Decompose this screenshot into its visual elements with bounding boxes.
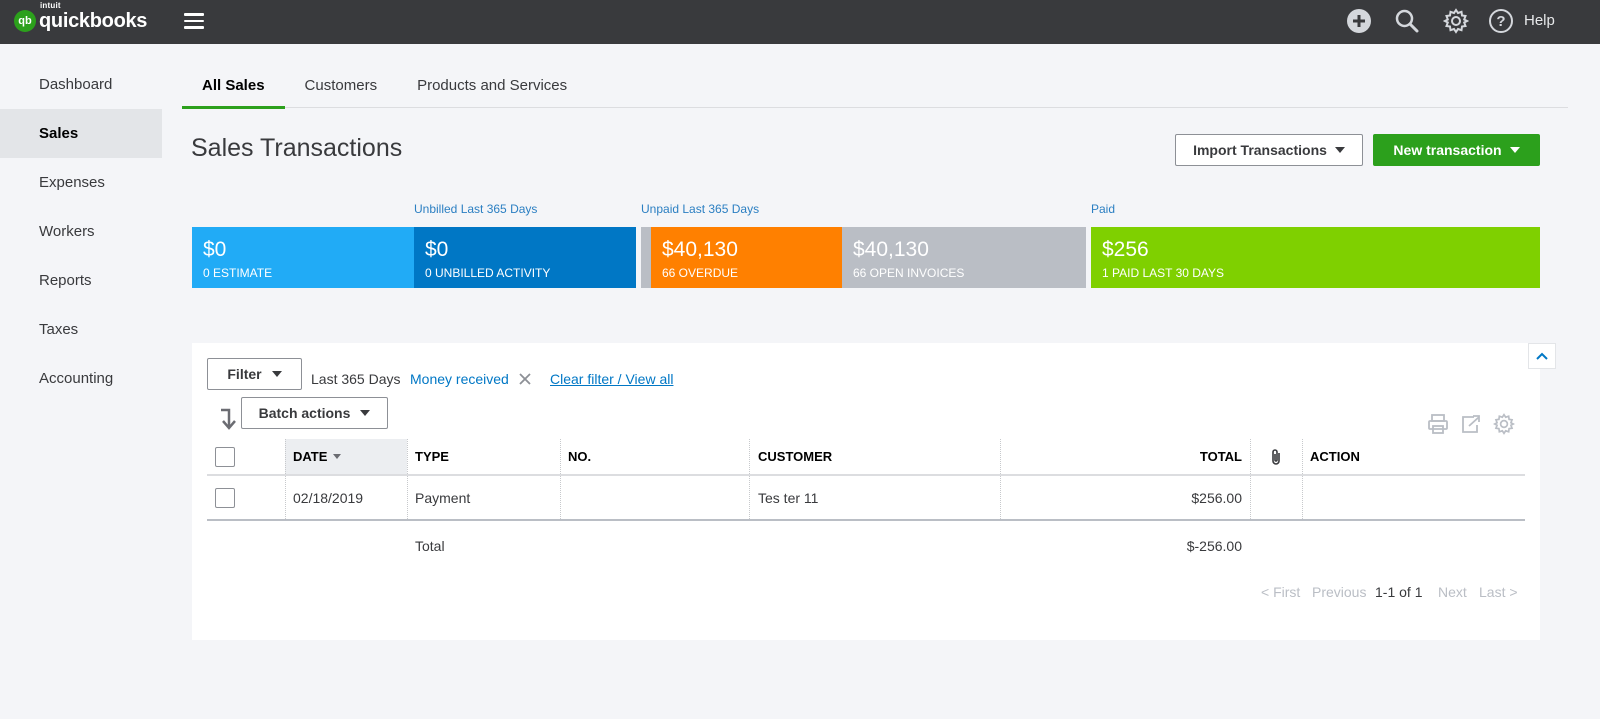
gear-icon[interactable] bbox=[1442, 7, 1470, 35]
estimate-amount: $0 bbox=[203, 238, 227, 261]
clear-filter-link[interactable]: Clear filter / View all bbox=[550, 371, 673, 387]
row-no bbox=[560, 476, 749, 519]
money-bar-paid[interactable]: $256 1 PAID LAST 30 DAYS bbox=[1091, 227, 1540, 288]
overdue-caption: 66 OVERDUE bbox=[662, 266, 739, 280]
paid-label: Paid bbox=[1091, 202, 1116, 216]
sidebar-item-reports[interactable]: Reports bbox=[0, 256, 162, 305]
caret-down-icon bbox=[360, 410, 371, 416]
table-settings-gear-icon[interactable] bbox=[1492, 412, 1516, 436]
export-icon[interactable] bbox=[1459, 412, 1483, 436]
status-filter: Money received bbox=[410, 371, 509, 387]
money-bar-open-invoices[interactable]: $40,130 66 OPEN INVOICES bbox=[842, 227, 1086, 288]
batch-actions-label: Batch actions bbox=[258, 405, 351, 421]
pagination-next[interactable]: Next bbox=[1438, 584, 1467, 600]
table-footer-total-value: $-256.00 bbox=[1186, 538, 1242, 554]
table-row[interactable]: 02/18/2019 Payment Tes ter 11 $256.00 bbox=[207, 476, 1525, 521]
pagination-first[interactable]: < First bbox=[1261, 584, 1300, 600]
select-all-checkbox[interactable] bbox=[215, 446, 235, 467]
column-customer-header[interactable]: CUSTOMER bbox=[750, 439, 1000, 474]
column-total-header[interactable]: TOTAL bbox=[1000, 439, 1250, 474]
sidebar-item-expenses[interactable]: Expenses bbox=[0, 158, 162, 207]
unbilled-label: Unbilled Last 365 Days bbox=[414, 202, 538, 216]
open-invoices-amount: $40,130 bbox=[853, 238, 929, 261]
sidebar-item-sales[interactable]: Sales bbox=[0, 109, 162, 158]
attachment-paperclip-icon bbox=[1250, 439, 1302, 474]
open-invoices-caption: 66 OPEN INVOICES bbox=[853, 266, 965, 280]
table-footer-total-label: Total bbox=[415, 538, 445, 554]
intuit-wordmark: intuit bbox=[40, 1, 61, 10]
date-header-label: DATE bbox=[293, 449, 328, 464]
pagination-last[interactable]: Last > bbox=[1479, 584, 1518, 600]
column-type-header[interactable]: TYPE bbox=[407, 439, 560, 474]
paid-caption: 1 PAID LAST 30 DAYS bbox=[1102, 266, 1225, 280]
pagination-range: 1-1 of 1 bbox=[1375, 584, 1423, 600]
sales-tabs: All Sales Customers Products and Service… bbox=[182, 64, 1568, 109]
date-range-filter: Last 365 Days bbox=[311, 371, 401, 387]
tab-all-sales[interactable]: All Sales bbox=[182, 64, 285, 109]
overdue-amount: $40,130 bbox=[662, 238, 738, 261]
top-bar: qb intuit quickbooks ? Help bbox=[0, 0, 1600, 44]
print-icon[interactable] bbox=[1426, 412, 1450, 436]
sidebar-item-taxes[interactable]: Taxes bbox=[0, 305, 162, 354]
import-transactions-button[interactable]: Import Transactions bbox=[1175, 134, 1363, 166]
sort-descending-icon bbox=[333, 454, 342, 459]
money-bar-estimate[interactable]: $0 0 ESTIMATE bbox=[192, 227, 414, 288]
page-title: Sales Transactions bbox=[191, 134, 403, 162]
filter-label: Filter bbox=[227, 366, 262, 382]
row-action[interactable] bbox=[1302, 476, 1502, 519]
new-transaction-label: New transaction bbox=[1393, 142, 1502, 158]
column-no-header[interactable]: NO. bbox=[560, 439, 749, 474]
qb-badge-icon: qb bbox=[14, 10, 36, 32]
sidebar-item-workers[interactable]: Workers bbox=[0, 207, 162, 256]
row-type: Payment bbox=[415, 489, 471, 506]
estimate-caption: 0 ESTIMATE bbox=[203, 266, 273, 280]
row-total: $256.00 bbox=[1191, 489, 1242, 506]
hamburger-menu-icon[interactable] bbox=[184, 13, 204, 29]
caret-down-icon bbox=[271, 371, 282, 377]
import-transactions-label: Import Transactions bbox=[1193, 142, 1327, 158]
filter-button[interactable]: Filter bbox=[207, 358, 302, 390]
sidebar-item-dashboard[interactable]: Dashboard bbox=[0, 60, 162, 109]
unpaid-label: Unpaid Last 365 Days bbox=[641, 202, 760, 216]
create-plus-icon[interactable] bbox=[1345, 7, 1373, 35]
row-select-checkbox[interactable] bbox=[215, 487, 235, 508]
svg-text:?: ? bbox=[1496, 13, 1505, 30]
caret-down-icon bbox=[1509, 147, 1520, 153]
table-header-row: DATE TYPE NO. CUSTOMER TOTAL ACTION bbox=[207, 439, 1525, 476]
help-link[interactable]: Help bbox=[1524, 12, 1555, 29]
row-customer: Tes ter 11 bbox=[758, 489, 819, 506]
caret-down-icon bbox=[1334, 147, 1345, 153]
tab-customers[interactable]: Customers bbox=[285, 64, 398, 108]
collapse-chevron-up-icon[interactable] bbox=[1528, 343, 1556, 369]
sidebar-nav: Dashboard Sales Expenses Workers Reports… bbox=[0, 60, 162, 403]
help-question-icon[interactable]: ? bbox=[1487, 7, 1515, 35]
money-bar-unbilled-activity[interactable]: $0 0 UNBILLED ACTIVITY bbox=[414, 227, 636, 288]
unbilled-amount: $0 bbox=[425, 238, 449, 261]
tab-products-and-services[interactable]: Products and Services bbox=[397, 64, 587, 108]
quickbooks-wordmark: quickbooks bbox=[39, 10, 148, 32]
transactions-table: DATE TYPE NO. CUSTOMER TOTAL ACTION 02/1… bbox=[207, 439, 1525, 521]
batch-arrow-icon bbox=[218, 408, 236, 430]
quickbooks-logo[interactable]: qb intuit quickbooks bbox=[14, 1, 148, 36]
unbilled-caption: 0 UNBILLED ACTIVITY bbox=[425, 266, 551, 280]
money-bar-overdue[interactable]: $40,130 66 OVERDUE bbox=[651, 227, 842, 288]
search-icon[interactable] bbox=[1393, 7, 1421, 35]
sidebar-item-accounting[interactable]: Accounting bbox=[0, 354, 162, 403]
column-date-header[interactable]: DATE bbox=[285, 439, 407, 474]
paid-amount: $256 bbox=[1102, 238, 1149, 261]
batch-actions-button[interactable]: Batch actions bbox=[241, 397, 388, 429]
row-date: 02/18/2019 bbox=[293, 489, 364, 506]
column-action-header: ACTION bbox=[1310, 449, 1360, 464]
money-bar-spacer bbox=[641, 227, 651, 288]
new-transaction-button[interactable]: New transaction bbox=[1373, 134, 1540, 166]
pagination-previous[interactable]: Previous bbox=[1312, 584, 1366, 600]
remove-filter-close-icon[interactable] bbox=[518, 372, 532, 386]
